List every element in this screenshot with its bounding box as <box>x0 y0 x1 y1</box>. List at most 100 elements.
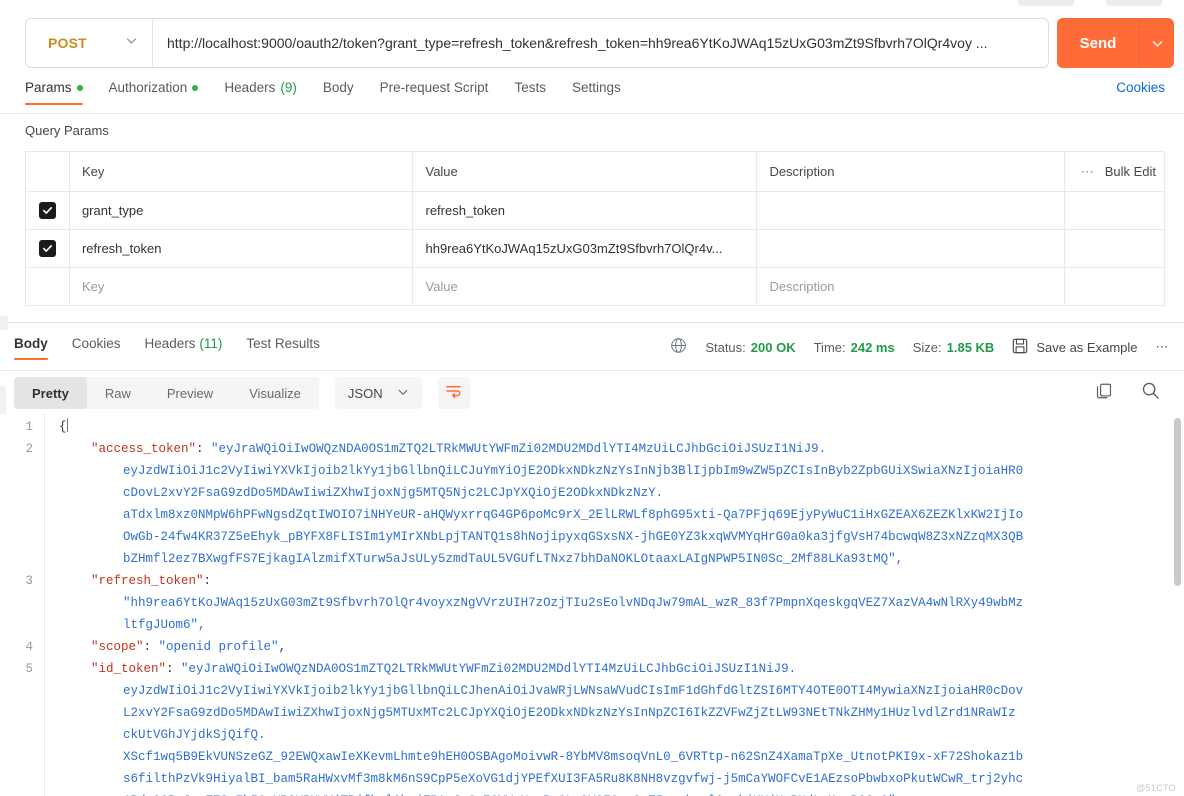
new-key-cell[interactable]: Key <box>68 267 414 306</box>
new-value-placeholder: Value <box>425 279 458 294</box>
cookies-link[interactable]: Cookies <box>1116 80 1165 95</box>
tab-tests-label: Tests <box>514 80 546 95</box>
response-more-options-icon[interactable]: ⋯ <box>1156 339 1171 355</box>
line-number <box>0 526 33 548</box>
code-token: "refresh_token" <box>91 574 204 588</box>
tab-body-label: Body <box>322 80 354 95</box>
tab-authorization-label: Authorization <box>108 80 188 95</box>
row-key-cell[interactable]: refresh_token <box>68 229 414 268</box>
send-button[interactable]: Send <box>1057 18 1140 68</box>
json-code[interactable]: {"access_token": "eyJraWQiOiIwOWQzNDA0OS… <box>44 414 1184 796</box>
row-checkbox[interactable] <box>38 202 56 220</box>
row-key-cell[interactable]: grant_type <box>68 191 414 230</box>
code-line: ltfgJUom6", <box>59 614 1184 636</box>
row-key-text: grant_type <box>81 203 144 218</box>
tab-strip-remnant <box>0 0 1184 8</box>
wrap-lines-icon <box>445 383 462 404</box>
line-number <box>0 548 33 570</box>
code-token: OwGb-24fw4KR37Z5eEhyk_pBYFX8FLISIm1yMIrX… <box>123 530 1024 544</box>
row-description-cell[interactable] <box>756 229 1066 268</box>
copy-icon[interactable] <box>1095 382 1113 405</box>
url-bar: POST http://localhost:9000/oauth2/token?… <box>25 18 1049 68</box>
response-right-icons <box>1095 381 1160 405</box>
tab-settings[interactable]: Settings <box>572 80 621 105</box>
code-token: eyJzdWIiOiJ1c2VyIiwiYXVkIjoib2lkYy1jbGll… <box>123 464 1024 478</box>
response-tab-test-results[interactable]: Test Results <box>246 336 320 360</box>
row-value-text: refresh_token <box>425 203 505 218</box>
row-checkbox-cell-empty <box>25 267 70 306</box>
modified-dot-icon <box>192 84 199 91</box>
response-tabs: Body Cookies Headers (11) Test Results <box>14 336 344 360</box>
code-line: eyJzdWIiOiJ1c2VyIiwiYXVkIjoib2lkYy1jbGll… <box>59 460 1184 482</box>
row-value-cell[interactable]: hh9rea6YtKoJWAq15zUxG03mZt9Sfbvrh7OlQr4v… <box>412 229 758 268</box>
search-icon[interactable] <box>1141 381 1160 405</box>
code-line: ckUtVGhJYjdkSjQifQ. <box>59 724 1184 746</box>
code-line: s6filthPzVk9HiyalBI_bam5RaHWxvMf3m8kM6nS… <box>59 768 1184 790</box>
text-cursor <box>66 418 68 432</box>
code-line: { <box>59 416 1184 438</box>
response-meta: Status: 200 OK Time: 242 ms Size: 1.85 K… <box>670 337 1170 357</box>
response-tab-headers[interactable]: Headers (11) <box>145 336 223 360</box>
new-description-cell[interactable]: Description <box>756 267 1066 306</box>
line-number <box>0 460 33 482</box>
line-number <box>0 680 33 702</box>
new-key-placeholder: Key <box>81 279 105 294</box>
code-token: "scope" <box>91 640 144 654</box>
code-token: XScf1wq5B9EkVUNSzeGZ_92EWQxawIeXKevmLhmt… <box>123 750 1024 764</box>
tab-authorization[interactable]: Authorization <box>109 80 199 105</box>
response-scrollbar[interactable] <box>1174 418 1181 778</box>
code-token: ckUtVGhJYjdkSjQifQ. <box>123 728 266 742</box>
tab-headers-count: (9) <box>280 80 297 95</box>
postman-window: POST http://localhost:9000/oauth2/token?… <box>0 0 1184 796</box>
row-checkbox[interactable] <box>38 240 56 258</box>
row-description-cell[interactable] <box>756 191 1066 230</box>
response-tab-body[interactable]: Body <box>14 336 48 360</box>
tab-tests[interactable]: Tests <box>514 80 546 105</box>
response-tab-cookies[interactable]: Cookies <box>72 336 121 360</box>
format-raw[interactable]: Raw <box>87 377 149 409</box>
select-all-cell[interactable] <box>25 151 70 192</box>
tab-params[interactable]: Params <box>25 80 83 105</box>
http-method-selector[interactable]: POST <box>26 19 153 67</box>
send-options-caret-icon[interactable] <box>1140 18 1174 68</box>
table-header-row: Key Value Description ⋯ Bulk Edit <box>25 151 1165 192</box>
language-label: JSON <box>347 385 383 401</box>
pane-splitter[interactable] <box>0 322 1184 323</box>
code-token: L2xvY2FsaG9zdDo5MDAwIiwiZXhwIjoxNjg5MTUx… <box>123 706 1016 720</box>
response-body-viewer[interactable]: 1 2 3 4 5 {"access_token": "eyJraWQiOiIwOWQz… <box>0 414 1184 796</box>
response-tab-headers-label: Headers <box>144 336 196 351</box>
more-options-icon[interactable]: ⋯ <box>1081 164 1095 180</box>
wrap-lines-button[interactable] <box>437 377 470 409</box>
bulk-edit-button[interactable]: Bulk Edit <box>1105 164 1156 179</box>
response-divider <box>0 370 1184 371</box>
tab-headers[interactable]: Headers (9) <box>224 80 297 105</box>
line-number <box>0 724 33 746</box>
response-scrollbar-thumb[interactable] <box>1174 418 1181 586</box>
save-as-example-button[interactable]: Save as Example <box>1012 338 1138 357</box>
pane-splitter-handle[interactable] <box>0 316 8 330</box>
format-visualize[interactable]: Visualize <box>231 377 319 409</box>
column-header-description: Description <box>756 151 1066 192</box>
table-row-empty: Key Value Description <box>25 267 1165 306</box>
new-value-cell[interactable]: Value <box>412 267 758 306</box>
time-value: 242 ms <box>850 339 895 355</box>
format-preview[interactable]: Preview <box>149 377 231 409</box>
column-header-actions: ⋯ Bulk Edit <box>1064 151 1165 192</box>
format-pretty[interactable]: Pretty <box>14 377 87 409</box>
code-token: "access_token" <box>91 442 197 456</box>
row-value-cell[interactable]: refresh_token <box>412 191 758 230</box>
language-selector[interactable]: JSON <box>334 377 422 409</box>
tab-settings-label: Settings <box>571 80 621 95</box>
save-as-example-label: Save as Example <box>1036 339 1138 355</box>
code-token: : <box>203 574 212 588</box>
code-line: "hh9rea6YtKoJWAq15zUxG03mZt9Sfbvrh7OlQr4… <box>59 592 1184 614</box>
row-actions-cell <box>1064 229 1165 268</box>
tab-pre-request-script[interactable]: Pre-request Script <box>380 80 489 105</box>
url-input[interactable]: http://localhost:9000/oauth2/token?grant… <box>153 19 1048 67</box>
modified-dot-icon <box>76 84 83 91</box>
code-line: L2xvY2FsaG9zdDo5MDAwIiwiZXhwIjoxNjg5MTUx… <box>59 702 1184 724</box>
code-line: "refresh_token": <box>59 570 1184 592</box>
status-value: 200 OK <box>750 339 796 355</box>
tab-body[interactable]: Body <box>323 80 354 105</box>
format-segmented-control: Pretty Raw Preview Visualize <box>14 377 319 409</box>
